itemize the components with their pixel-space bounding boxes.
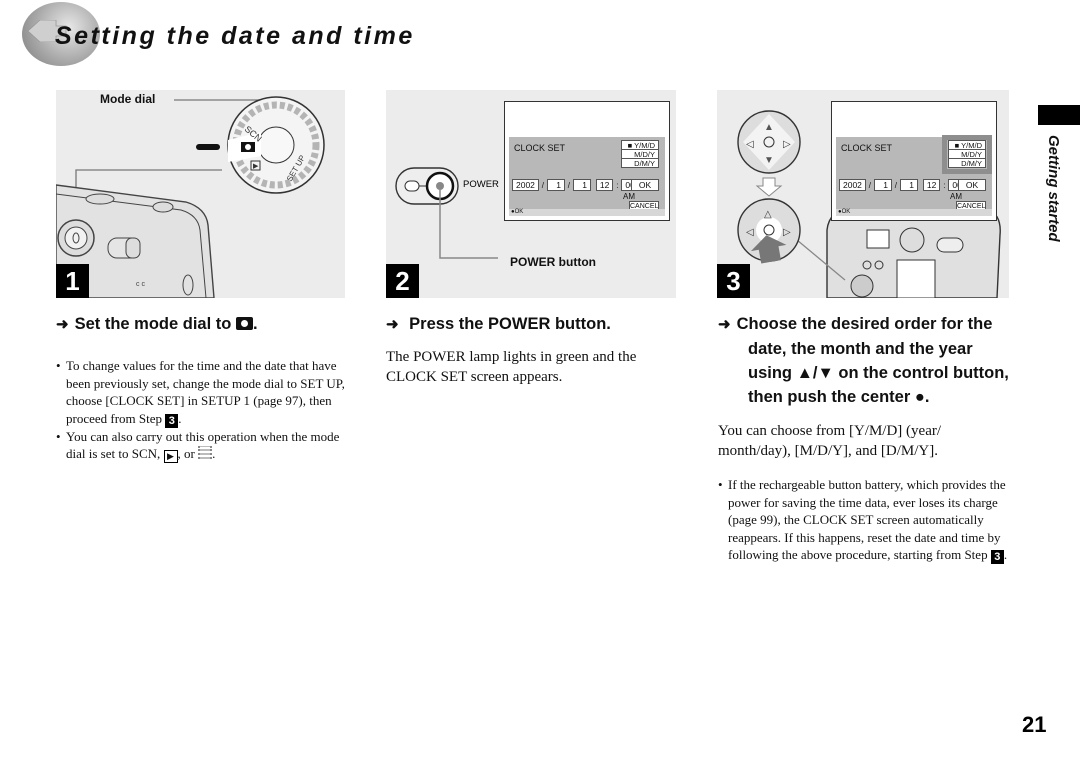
svg-text:▷: ▷: [783, 139, 791, 150]
lcd-footer-hint: ●OK: [509, 209, 665, 216]
bullet-item: To change values for the time and the da…: [56, 357, 351, 428]
camera-icon: [235, 317, 253, 330]
step2-body: The POWER lamp lights in green and the C…: [386, 349, 637, 385]
section-label: Getting started: [1045, 135, 1062, 242]
year-field[interactable]: 2002: [512, 179, 539, 191]
arrow-right-icon: ➜: [718, 316, 731, 333]
step3-text: ➜ Choose the desired order for the date, …: [718, 312, 1013, 564]
step1-illustration: Mode dial c c ▶ SCN SET UP 1: [56, 90, 345, 298]
clock-set-title: CLOCK SET: [841, 143, 893, 153]
month-field[interactable]: 1: [546, 179, 565, 191]
svg-text:▲: ▲: [764, 122, 774, 133]
svg-text:◁: ◁: [746, 227, 754, 238]
svg-text:c c: c c: [136, 281, 145, 288]
option-dmy[interactable]: D/M/Y: [621, 158, 659, 168]
hour-field[interactable]: 12: [922, 179, 941, 191]
step-number: 3: [717, 264, 750, 298]
step3-heading: ➜ Choose the desired order for the date, …: [718, 315, 1009, 406]
step1-bullets: To change values for the time and the da…: [56, 357, 351, 463]
page-number: 21: [1022, 712, 1047, 737]
step2-illustration: POWER POWER button CLOCK SET ■ Y/M/D M/D…: [386, 90, 676, 298]
am-pm-indicator: AM: [950, 192, 962, 201]
power-label: POWER: [463, 179, 499, 190]
arrow-right-icon: ➜: [386, 316, 399, 333]
step-number: 1: [56, 264, 89, 298]
day-field[interactable]: 1: [572, 179, 591, 191]
day-field[interactable]: 1: [899, 179, 918, 191]
lcd-footer-hint: ●OK: [836, 209, 992, 216]
movie-icon: [198, 446, 213, 459]
clock-set-screen: CLOCK SET ■ Y/M/D M/D/Y D/M/Y 2002/ 1/ 1…: [504, 101, 670, 221]
year-field[interactable]: 2002: [839, 179, 866, 191]
bullet-item: If the rechargeable button battery, whic…: [718, 476, 1013, 564]
page-title: Setting the date and time: [55, 22, 415, 50]
step-ref-badge: 3: [990, 550, 1004, 564]
clock-set-screen-step3: CLOCK SET ■ Y/M/D M/D/Y D/M/Y 2002/ 1/ 1…: [831, 101, 997, 221]
ok-button[interactable]: OK: [958, 179, 986, 191]
bullet-item: You can also carry out this operation wh…: [56, 428, 351, 463]
step3-body: You can choose from [Y/M/D] (year/ month…: [718, 423, 942, 459]
clock-set-title: CLOCK SET: [514, 143, 566, 153]
date-order-options-highlighted: ■ Y/M/D M/D/Y D/M/Y: [942, 135, 992, 174]
step2-heading: ➜ Press the POWER button.: [386, 315, 611, 333]
month-field[interactable]: 1: [873, 179, 892, 191]
hour-field[interactable]: 12: [595, 179, 614, 191]
ok-button[interactable]: OK: [631, 179, 659, 191]
step-ref-badge: 3: [165, 413, 179, 428]
arrow-right-icon: ➜: [56, 316, 69, 333]
step1-heading: ➜ Set the mode dial to .: [56, 315, 258, 333]
step3-bullets: If the rechargeable button battery, whic…: [718, 476, 1013, 564]
camera-mode-dial-drawing: c c ▶ SCN SET UP: [56, 96, 325, 298]
am-pm-indicator: AM: [623, 192, 635, 201]
option-dmy[interactable]: D/M/Y: [948, 158, 986, 168]
section-tab-marker: [1038, 105, 1080, 125]
step3-illustration: ▲ ▼ ◁ ▷ △ ◁ ▷ CLOCK SET ■ Y/M/D M/D/Y D/…: [717, 90, 1009, 298]
svg-text:△: △: [764, 209, 772, 220]
svg-text:▶: ▶: [253, 162, 259, 170]
step2-text: ➜ Press the POWER button. The POWER lamp…: [386, 312, 681, 387]
step1-text: ➜Set the mode dial to . To change values…: [56, 312, 351, 463]
svg-text:◁: ◁: [746, 139, 754, 150]
date-order-options: ■ Y/M/D M/D/Y D/M/Y: [621, 140, 659, 168]
play-icon: ▶: [163, 450, 178, 463]
svg-text:▷: ▷: [783, 227, 791, 238]
power-button-callout-label: POWER button: [510, 255, 596, 269]
step-number: 2: [386, 264, 419, 298]
svg-text:▼: ▼: [764, 155, 774, 166]
